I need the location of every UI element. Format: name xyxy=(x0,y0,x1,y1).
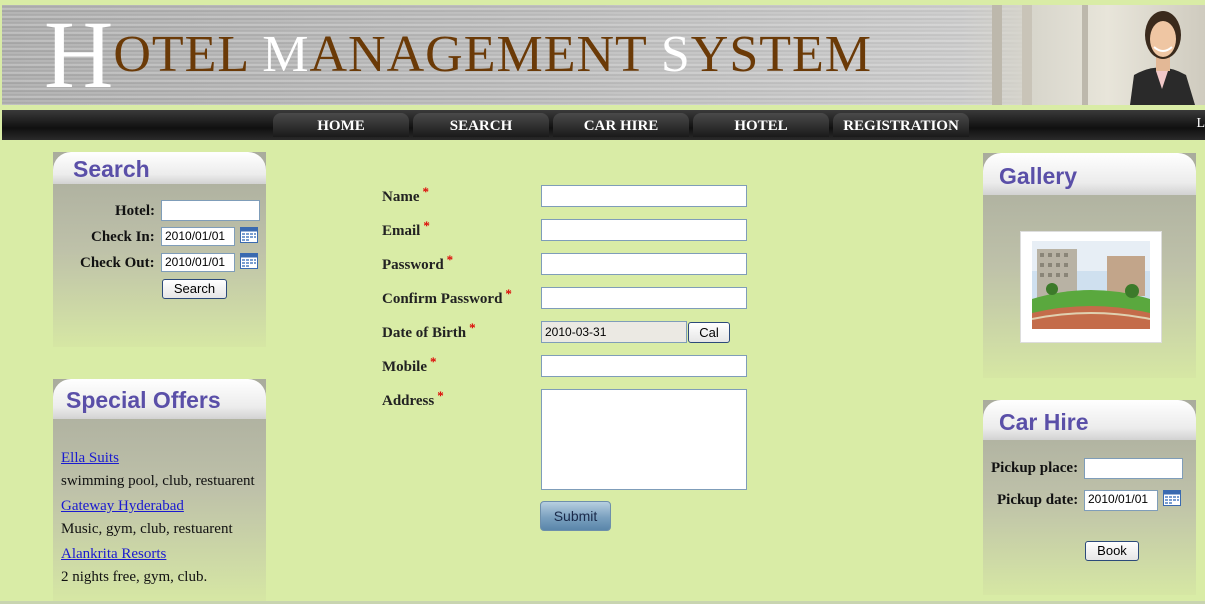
lobby-column xyxy=(1022,5,1032,105)
name-input[interactable] xyxy=(541,185,747,207)
offer-name[interactable]: Alankrita Resorts xyxy=(61,546,166,562)
title-word: ANAGEMENT xyxy=(309,26,661,83)
confirm-password-input[interactable] xyxy=(541,287,747,309)
nav-search[interactable]: SEARCH xyxy=(413,113,549,137)
calendar-icon[interactable] xyxy=(240,227,258,243)
title-word: YSTEM xyxy=(690,26,873,83)
password-input[interactable] xyxy=(541,253,747,275)
offers-list: Ella Suits swimming pool, club, restuare… xyxy=(61,449,261,593)
car-hire-panel: Car Hire Pickup place: Pickup date: 2010… xyxy=(983,400,1196,595)
lobby-column xyxy=(1082,5,1088,105)
hotel-input[interactable] xyxy=(161,200,260,221)
special-offers-panel: Special Offers Ella Suits swimming pool,… xyxy=(53,379,266,601)
offer-desc: Music, gym, club, restuarent xyxy=(61,521,233,537)
address-label: Address * xyxy=(382,388,444,410)
check-out-label: Check Out: xyxy=(80,255,155,271)
pickup-place-label: Pickup place: xyxy=(991,460,1079,476)
required-marker: * xyxy=(469,320,476,335)
mobile-label-text: Mobile xyxy=(382,359,427,375)
nav-registration[interactable]: REGISTRATION xyxy=(833,113,969,137)
hotel-gallery-image[interactable] xyxy=(1032,241,1150,329)
offer-link-gateway-hyderabad[interactable]: Gateway Hyderabad xyxy=(61,497,261,521)
hotel-label: Hotel: xyxy=(115,203,155,219)
title-initial-m: M xyxy=(262,26,310,83)
calendar-button[interactable]: Cal xyxy=(688,322,730,343)
address-textarea[interactable] xyxy=(541,389,747,490)
required-marker: * xyxy=(423,218,430,233)
offer-desc: swimming pool, club, restuarent xyxy=(61,473,255,489)
check-out-input[interactable]: 2010/01/01 xyxy=(161,253,235,272)
email-label-text: Email xyxy=(382,223,421,239)
gallery-header: Gallery xyxy=(983,153,1196,195)
dob-label-text: Date of Birth xyxy=(382,325,467,341)
gallery-title: Gallery xyxy=(999,163,1077,189)
nav-edge-text: L xyxy=(1196,116,1205,131)
required-marker: * xyxy=(437,388,444,403)
confirm-password-label: Confirm Password * xyxy=(382,286,512,308)
pickup-date-input[interactable]: 2010/01/01 xyxy=(1084,490,1158,511)
search-panel-title: Search xyxy=(73,156,150,182)
address-label-text: Address xyxy=(382,393,435,409)
header-banner: HOTEL MANAGEMENT SYSTEM xyxy=(2,5,1205,105)
email-input[interactable] xyxy=(541,219,747,241)
title-initial: H xyxy=(44,5,114,105)
lobby-column xyxy=(992,5,1002,105)
site-title: HOTEL MANAGEMENT SYSTEM xyxy=(44,5,872,105)
nav-car-hire[interactable]: CAR HIRE xyxy=(553,113,689,137)
offer-link-ella-suits[interactable]: Ella Suits xyxy=(61,449,261,473)
gallery-photo-frame[interactable] xyxy=(1020,231,1162,343)
mobile-label: Mobile * xyxy=(382,354,437,376)
offer-desc: 2 nights free, gym, club. xyxy=(61,569,208,585)
search-panel-header: Search xyxy=(53,152,266,184)
confirm-password-label-text: Confirm Password xyxy=(382,291,503,307)
search-panel: Search Hotel: Check In: 2010/01/01 Check… xyxy=(53,152,266,347)
car-hire-header: Car Hire xyxy=(983,400,1196,440)
required-marker: * xyxy=(505,286,512,301)
email-label: Email * xyxy=(382,218,430,240)
nav-hotel[interactable]: HOTEL xyxy=(693,113,829,137)
special-offers-title: Special Offers xyxy=(66,387,221,413)
title-initial-s: S xyxy=(660,26,691,83)
name-label: Name * xyxy=(382,184,429,206)
submit-button[interactable]: Submit xyxy=(540,501,611,531)
title-word: OTEL xyxy=(113,26,263,83)
offer-link-alankrita-resorts[interactable]: Alankrita Resorts xyxy=(61,545,261,569)
search-button[interactable]: Search xyxy=(162,279,227,299)
required-marker: * xyxy=(422,184,430,199)
name-label-text: Name xyxy=(382,189,420,205)
offer-name[interactable]: Gateway Hyderabad xyxy=(61,498,184,514)
check-in-label: Check In: xyxy=(91,229,155,245)
car-hire-title: Car Hire xyxy=(999,409,1089,435)
pickup-place-input[interactable] xyxy=(1084,458,1183,479)
calendar-icon[interactable] xyxy=(1163,490,1181,506)
mobile-input[interactable] xyxy=(541,355,747,377)
special-offers-header: Special Offers xyxy=(53,379,266,419)
required-marker: * xyxy=(430,354,437,369)
pickup-date-label: Pickup date: xyxy=(997,492,1079,508)
password-label: Password * xyxy=(382,252,453,274)
check-in-input[interactable]: 2010/01/01 xyxy=(161,227,235,246)
calendar-icon[interactable] xyxy=(240,253,258,269)
book-button[interactable]: Book xyxy=(1085,541,1139,561)
dob-input[interactable]: 2010-03-31 xyxy=(541,321,687,343)
dob-label: Date of Birth * xyxy=(382,320,476,342)
password-label-text: Password xyxy=(382,257,444,273)
nav-home[interactable]: HOME xyxy=(273,113,409,137)
offer-name[interactable]: Ella Suits xyxy=(61,450,119,466)
required-marker: * xyxy=(446,252,454,267)
receptionist-photo xyxy=(1130,11,1195,105)
main-nav: HOME SEARCH CAR HIRE HOTEL REGISTRATION … xyxy=(2,110,1205,140)
gallery-panel: Gallery xyxy=(983,153,1196,378)
